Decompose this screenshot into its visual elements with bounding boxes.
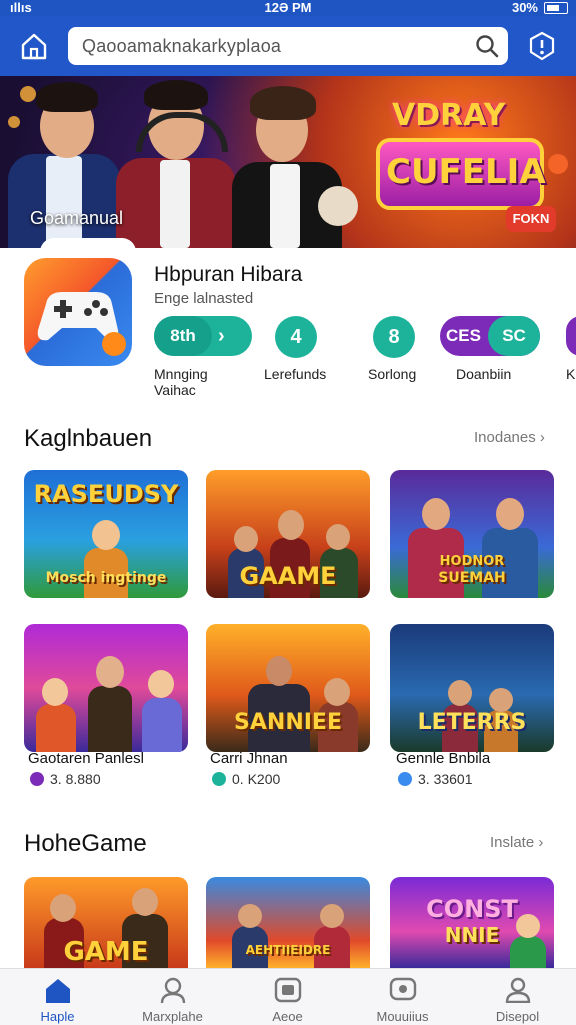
app-subtitle: Enge lalnasted <box>154 290 254 307</box>
character <box>508 910 548 968</box>
game-card-title: HODNOR <box>439 554 505 569</box>
game-card[interactable]: SANNIEE <box>206 624 370 752</box>
game-card[interactable]: CONST NNIE <box>390 877 554 968</box>
rating-icon <box>398 772 412 786</box>
home-icon <box>44 977 72 1003</box>
section-title: HoheGame <box>24 830 147 857</box>
game-card[interactable] <box>24 624 188 752</box>
nav-item-profile[interactable]: Disepol <box>460 969 575 1025</box>
battery-icon <box>544 2 568 14</box>
nav-label: Haple <box>40 1009 75 1024</box>
banner-logo-top: VDRAY <box>392 98 506 133</box>
battery-percent: 30% <box>511 0 538 15</box>
rating-icon <box>212 772 226 786</box>
game-card[interactable]: HODNOR SUEMAH <box>390 470 554 598</box>
nav-item-games[interactable]: Aeoe <box>230 969 345 1025</box>
chevron-right-icon: › <box>539 429 545 446</box>
stat-label-4: Doanbiin <box>456 366 512 382</box>
search-icon[interactable] <box>474 33 500 59</box>
bottom-nav: Haple Marxplahe Aeoe Mouuiius Disepol <box>0 968 576 1025</box>
game-card[interactable]: GAME <box>24 877 188 968</box>
game-card-title: AEHTIIEIDRE <box>245 943 331 957</box>
stat-label-2: Lerefunds <box>264 366 327 382</box>
banner-play-button[interactable]: FOKN <box>506 206 556 232</box>
profile-icon <box>159 977 187 1004</box>
stat-value-2: SC <box>488 316 540 356</box>
section-title: Kaglnbauen <box>24 425 153 452</box>
game-card-subtitle: Mosch ingtinge <box>45 570 167 586</box>
status-time: 12Ə PM <box>264 0 312 15</box>
game-meta: 0. K200 <box>232 771 281 787</box>
stat-pill-1[interactable]: 8th › <box>154 316 252 356</box>
see-more-link[interactable]: Inslate › <box>490 834 543 851</box>
banner-logo: CUFELIA <box>376 138 546 210</box>
game-name[interactable]: Carri Jhnan <box>210 750 288 767</box>
stat-label-3: Sorlong <box>368 366 417 382</box>
character <box>312 898 352 968</box>
game-meta: 3. 8.880 <box>50 771 101 787</box>
game-card-title: GAME <box>63 937 149 967</box>
stat-pill-5[interactable] <box>566 316 576 356</box>
dice-decoration <box>318 186 358 226</box>
stat-value: 8th <box>154 316 212 356</box>
game-card-title: SANNIEE <box>234 710 342 735</box>
stat-label-1: Mnnging Vaihac <box>154 366 208 398</box>
character <box>86 642 134 752</box>
stat-circle-3[interactable]: 8 <box>373 316 415 358</box>
game-card[interactable]: GAAME <box>206 470 370 598</box>
user-icon <box>504 977 532 1004</box>
info-icon[interactable] <box>526 30 558 62</box>
rating-icon <box>30 772 44 786</box>
chevron-right-icon: › <box>538 834 544 851</box>
game-card-title: LETERRS <box>417 710 527 735</box>
game-card[interactable]: AEHTIIEIDRE <box>206 877 370 968</box>
status-bar: ıllıs 12Ə PM 30% <box>0 0 576 16</box>
nav-item-home[interactable]: Haple <box>0 969 115 1025</box>
stat-value: CES <box>446 326 481 345</box>
search-input[interactable]: Qaooamaknakarkyplaoa <box>68 27 508 65</box>
nav-label: Marxplahe <box>142 1009 203 1024</box>
gamepad-icon <box>274 977 302 1003</box>
game-name[interactable]: Gennle Bnbila <box>396 750 490 767</box>
top-bar: Qaooamaknakarkyplaoa <box>0 16 576 76</box>
app-name: Hbpuran Hibara <box>154 263 303 286</box>
game-card[interactable]: RASEUDSY Mosch ingtinge <box>24 470 188 598</box>
app-icon-tab <box>40 238 136 258</box>
character <box>246 648 312 752</box>
game-card-subtitle: SUEMAH <box>438 570 506 586</box>
game-meta: 3. 33601 <box>418 771 473 787</box>
app-icon[interactable] <box>24 258 132 366</box>
nav-label: Mouuiius <box>376 1009 429 1024</box>
character-2 <box>110 76 242 248</box>
chevron-right-icon: › <box>218 325 225 347</box>
search-text: Qaooamaknakarkyplaoa <box>82 36 282 56</box>
character <box>34 668 78 752</box>
stat-circle-2[interactable]: 4 <box>275 316 317 358</box>
nav-label: Aeoe <box>272 1009 303 1024</box>
nav-label: Disepol <box>495 1009 540 1024</box>
see-more-link[interactable]: Inodanes › <box>474 429 545 446</box>
home-icon[interactable] <box>18 30 50 62</box>
nav-item-marketplace[interactable]: Marxplahe <box>115 969 230 1025</box>
game-name[interactable]: Gaotaren Panlesl <box>28 750 144 767</box>
nav-item-messages[interactable]: Mouuiius <box>345 969 460 1025</box>
game-card-title: GAAME <box>239 562 337 590</box>
character <box>140 658 184 752</box>
promo-banner[interactable]: Goamanual VDRAY CUFELIA FOKN <box>0 76 576 248</box>
chat-icon <box>389 977 417 1003</box>
stat-pill-4[interactable]: CES SC <box>440 316 540 356</box>
character <box>230 898 270 968</box>
game-card[interactable]: LETERRS <box>390 624 554 752</box>
banner-caption: Goamanual <box>30 208 124 228</box>
banner-logo-text: CUFELIA <box>386 152 546 192</box>
game-card-title: RASEUDSY <box>33 480 179 508</box>
stat-label-5: K <box>566 366 576 382</box>
coin-decoration <box>548 154 568 174</box>
